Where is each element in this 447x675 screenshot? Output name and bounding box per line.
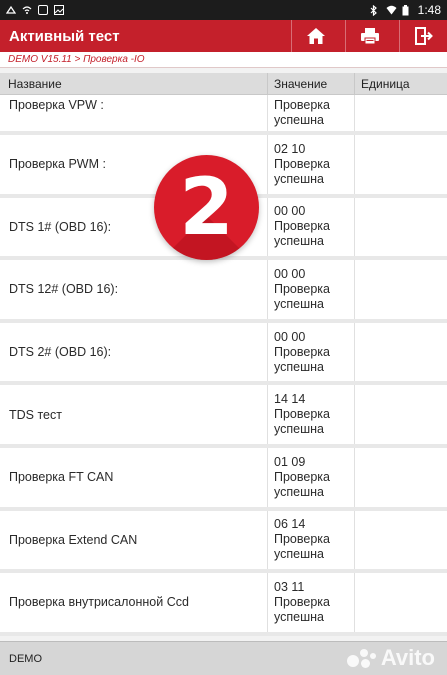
parameter-unit <box>354 447 447 507</box>
value-line: Проверка <box>274 344 330 359</box>
parameter-unit <box>354 135 447 194</box>
value-line: успешна <box>274 422 324 437</box>
exit-icon <box>414 27 433 45</box>
battery-icon <box>402 5 412 16</box>
parameter-unit <box>354 573 447 632</box>
parameter-name: TDS тест <box>9 407 62 422</box>
value-line: Проверка <box>274 594 330 609</box>
parameter-value: Проверка успешна <box>267 95 354 131</box>
parameter-unit <box>354 322 447 382</box>
status-time: 1:48 <box>417 3 441 17</box>
step-number: 2 <box>179 162 234 253</box>
app-bar: Активный тест <box>0 20 447 52</box>
parameter-name: Проверка Extend CAN <box>9 532 138 547</box>
parameter-unit <box>354 197 447 257</box>
value-line: 00 00 <box>274 329 306 344</box>
value-line: Проверка <box>274 219 330 234</box>
table-header: Название Значение Единица <box>0 73 447 95</box>
parameter-name: DTS 12# (OBD 16): <box>9 282 119 297</box>
avito-watermark: Avito <box>346 643 435 673</box>
table-row[interactable]: Проверка FT CAN 01 09 Проверка успешна <box>0 447 447 511</box>
value-line: успешна <box>274 234 324 249</box>
avito-logo-icon <box>346 647 377 669</box>
value-line: Проверка <box>274 98 330 112</box>
status-notifications <box>5 5 64 15</box>
value-line: 14 14 <box>274 392 306 407</box>
value-line: успешна <box>274 113 324 127</box>
notification-icon <box>5 5 17 15</box>
column-header-value: Значение <box>267 73 354 94</box>
page-title: Активный тест <box>9 27 120 45</box>
wifi-off-icon <box>22 5 32 15</box>
parameter-unit <box>354 260 447 319</box>
print-button[interactable] <box>345 20 393 52</box>
step-number-badge: 2 <box>154 155 259 260</box>
bluetooth-icon <box>370 4 380 17</box>
table-row[interactable]: Проверка VPW : Проверка успешна <box>0 95 447 135</box>
value-line: 02 10 <box>274 141 306 156</box>
value-line: успешна <box>274 296 324 311</box>
value-line: 06 14 <box>274 517 306 532</box>
exit-button[interactable] <box>399 20 447 52</box>
value-line: успешна <box>274 609 324 624</box>
home-button[interactable] <box>291 20 339 52</box>
parameter-value: 03 11 Проверка успешна <box>267 573 354 632</box>
gallery-icon <box>54 5 64 15</box>
value-line: успешна <box>274 171 324 186</box>
parameter-name: Проверка VPW : <box>9 98 104 112</box>
value-line: 01 09 <box>274 454 306 469</box>
table-row[interactable]: DTS 2# (OBD 16): 00 00 Проверка успешна <box>0 322 447 386</box>
parameter-value: 01 09 Проверка успешна <box>267 447 354 507</box>
value-line: Проверка <box>274 156 330 171</box>
footer-label: DEMO <box>9 652 42 665</box>
parameter-value: 06 14 Проверка успешна <box>267 510 354 570</box>
status-system: 1:48 <box>370 3 441 17</box>
value-line: Проверка <box>274 281 330 296</box>
parameter-value: 00 00 Проверка успешна <box>267 197 354 257</box>
parameter-value: 14 14 Проверка успешна <box>267 385 354 444</box>
column-header-name: Название <box>8 76 62 91</box>
parameter-name: DTS 2# (OBD 16): <box>9 345 112 360</box>
parameter-name: Проверка FT CAN <box>9 470 114 485</box>
value-line: успешна <box>274 359 324 374</box>
value-line: Проверка <box>274 407 330 422</box>
watermark-text: Avito <box>380 645 435 670</box>
table-row[interactable]: Проверка внутрисалонной Ccd 03 11 Проверка… <box>0 573 447 636</box>
home-icon <box>306 28 325 44</box>
value-line: Проверка <box>274 469 330 484</box>
value-line: Проверка <box>274 532 330 547</box>
value-line: 03 11 <box>274 579 305 594</box>
parameter-unit <box>354 385 447 444</box>
table-row[interactable]: DTS 12# (OBD 16): 00 00 Проверка успешна <box>0 260 447 323</box>
table-row[interactable]: TDS тест 14 14 Проверка успешна <box>0 385 447 448</box>
wifi-icon <box>386 5 397 15</box>
parameter-value: 00 00 Проверка успешна <box>267 260 354 319</box>
value-line: 00 00 <box>274 266 306 281</box>
parameter-unit <box>354 510 447 570</box>
value-line: 00 00 <box>274 204 306 219</box>
print-icon <box>360 28 379 45</box>
parameter-value: 02 10 Проверка успешна <box>267 135 354 194</box>
column-header-unit: Единица <box>354 73 447 94</box>
parameter-unit <box>354 95 447 131</box>
value-line: успешна <box>274 547 324 562</box>
parameter-name: Проверка внутрисалонной Ccd <box>9 595 189 610</box>
screenshot-icon <box>38 5 48 15</box>
table-row[interactable]: Проверка Extend CAN 06 14 Проверка успешна <box>0 510 447 574</box>
value-line: успешна <box>274 484 324 499</box>
parameter-value: 00 00 Проверка успешна <box>267 322 354 382</box>
status-bar: 1:48 <box>0 0 447 20</box>
breadcrumb: DEMO V15.11 > Проверка -IO <box>0 52 447 68</box>
